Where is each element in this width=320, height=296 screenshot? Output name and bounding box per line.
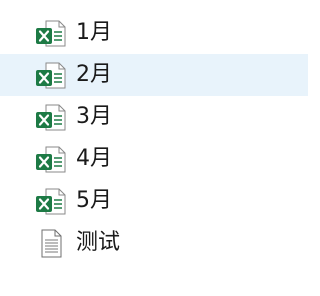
excel-file-icon — [34, 18, 68, 49]
file-item-6[interactable]: 测试 — [0, 222, 308, 264]
file-item-3[interactable]: 3月 — [0, 96, 308, 138]
excel-file-icon — [34, 102, 68, 133]
file-name: 5月 — [76, 188, 112, 213]
file-name: 3月 — [76, 104, 112, 129]
file-item-5[interactable]: 5月 — [0, 180, 308, 222]
file-name: 1月 — [76, 20, 112, 45]
file-item-1[interactable]: 1月 — [0, 12, 308, 54]
file-item-4[interactable]: 4月 — [0, 138, 308, 180]
excel-file-icon — [34, 144, 68, 175]
file-name: 2月 — [76, 62, 112, 87]
text-file-icon — [34, 228, 68, 259]
file-name: 4月 — [76, 146, 112, 171]
file-list: 1月 2月 3月 4月 5月 测试 — [0, 12, 308, 264]
file-name: 测试 — [76, 230, 121, 255]
excel-file-icon — [34, 186, 68, 217]
file-item-2[interactable]: 2月 — [0, 54, 308, 96]
excel-file-icon — [34, 60, 68, 91]
